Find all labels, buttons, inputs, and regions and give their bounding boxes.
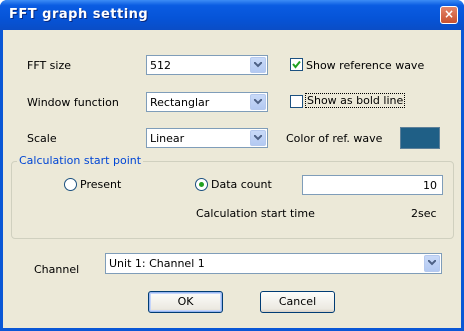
window-function-select[interactable]: Rectanglar [146,92,268,112]
scale-label: Scale [27,132,57,145]
window-function-value: Rectanglar [150,96,210,109]
fft-size-value: 512 [150,59,171,72]
ok-button[interactable]: OK [148,291,223,313]
calculation-start-point-group [11,161,454,239]
chevron-down-icon [428,260,436,266]
data-count-input[interactable]: 10 [302,175,443,195]
channel-value: Unit 1: Channel 1 [109,257,205,270]
scale-dropdown-button[interactable] [250,130,266,146]
data-count-label[interactable]: Data count [211,178,272,191]
chevron-down-icon [254,135,262,141]
close-icon: × [443,7,455,21]
close-button[interactable]: × [440,6,458,24]
show-reference-wave-checkbox[interactable] [290,58,303,71]
ref-wave-color-button[interactable] [400,127,440,149]
show-reference-wave-label[interactable]: Show reference wave [306,59,424,72]
show-as-bold-line-checkbox[interactable] [290,95,303,108]
scale-select[interactable]: Linear [146,128,268,148]
radio-selected-dot [199,182,204,187]
calculation-start-time-value: 2sec [411,207,437,220]
window-function-label: Window function [27,96,119,109]
show-as-bold-line-label[interactable]: Show as bold line [305,93,406,108]
color-of-ref-wave-label: Color of ref. wave [286,132,383,145]
calculation-start-point-title: Calculation start point [17,154,144,167]
title-bar[interactable]: FFT graph setting × [0,0,464,30]
dialog-window: FFT graph setting × FFT size 512 Show re… [0,0,464,331]
fft-size-dropdown-button[interactable] [250,57,266,73]
data-count-value: 10 [423,179,437,192]
chevron-down-icon [254,62,262,68]
calculation-start-time-label: Calculation start time [196,207,315,220]
fft-size-label: FFT size [27,59,72,72]
window-function-dropdown-button[interactable] [250,94,266,110]
fft-size-select[interactable]: 512 [146,55,268,75]
dialog-title: FFT graph setting [9,7,149,22]
channel-dropdown-button[interactable] [424,255,440,272]
present-radio[interactable] [64,178,77,191]
present-label[interactable]: Present [80,178,121,191]
chevron-down-icon [254,99,262,105]
checkmark-icon [292,60,301,69]
dialog-body: FFT size 512 Show reference wave Window … [3,30,461,328]
channel-label: Channel [34,263,80,276]
data-count-radio[interactable] [195,178,208,191]
channel-select[interactable]: Unit 1: Channel 1 [105,253,442,274]
scale-value: Linear [150,132,185,145]
cancel-button[interactable]: Cancel [260,291,335,313]
